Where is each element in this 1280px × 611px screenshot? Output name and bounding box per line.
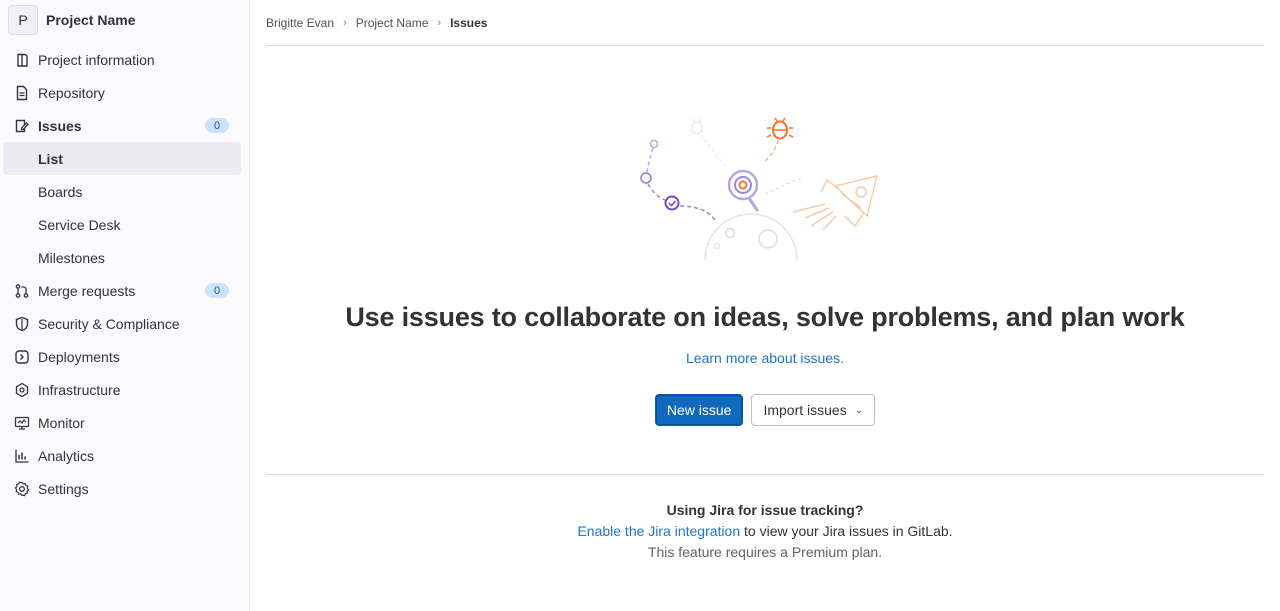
sidebar-item-label: Merge requests: [38, 282, 136, 299]
sidebar-item-label: Analytics: [38, 447, 95, 464]
merge-requests-count-badge: 0: [205, 283, 229, 298]
breadcrumb-project[interactable]: Project Name: [356, 16, 429, 30]
project-information-icon: [14, 52, 30, 68]
main-content: Brigitte Evan › Project Name › Issues Us…: [250, 0, 1280, 611]
issues-count-badge: 0: [205, 118, 229, 133]
sidebar-item-label: Settings: [38, 480, 89, 497]
deployments-icon: [14, 349, 30, 365]
infrastructure-icon: [14, 382, 30, 398]
issues-icon: [14, 118, 30, 134]
project-avatar[interactable]: P: [8, 5, 38, 35]
sidebar-item-deployments[interactable]: Deployments: [0, 340, 249, 373]
breadcrumb: Brigitte Evan › Project Name › Issues: [266, 0, 1264, 46]
jira-question: Using Jira for issue tracking?: [666, 502, 864, 518]
sidebar: P Project Name Project information Repos…: [0, 0, 250, 611]
sidebar-item-label: Boards: [38, 183, 83, 200]
monitor-icon: [14, 415, 30, 431]
sidebar-item-label: Security & Compliance: [38, 315, 180, 332]
sidebar-item-merge-requests[interactable]: Merge requests 0: [0, 274, 249, 307]
sidebar-item-issues[interactable]: Issues 0: [0, 109, 249, 142]
new-issue-button[interactable]: New issue: [654, 394, 744, 426]
sidebar-item-monitor[interactable]: Monitor: [0, 406, 249, 439]
sidebar-item-analytics[interactable]: Analytics: [0, 439, 249, 472]
project-header[interactable]: P Project Name: [0, 0, 249, 40]
sidebar-item-security-compliance[interactable]: Security & Compliance: [0, 307, 249, 340]
shield-icon: [14, 316, 30, 332]
sidebar-item-milestones[interactable]: Milestones: [0, 241, 249, 274]
sidebar-item-label: Repository: [38, 84, 105, 101]
sidebar-item-list[interactable]: List: [3, 142, 241, 175]
issues-empty-state-illustration: [635, 108, 885, 268]
enable-jira-link[interactable]: Enable the Jira integration: [577, 523, 740, 539]
sidebar-item-label: Project information: [38, 51, 155, 68]
sidebar-item-infrastructure[interactable]: Infrastructure: [0, 373, 249, 406]
gear-icon: [14, 480, 30, 497]
chevron-right-icon: ›: [343, 16, 347, 29]
section-divider: [266, 474, 1264, 475]
jira-line: Enable the Jira integration to view your…: [250, 521, 1280, 542]
sidebar-item-label: Service Desk: [38, 216, 121, 233]
import-issues-label: Import issues: [763, 402, 847, 418]
sidebar-item-label: Infrastructure: [38, 381, 121, 398]
learn-more-link[interactable]: Learn more about issues.: [250, 350, 1280, 366]
sidebar-item-label: Deployments: [38, 348, 120, 365]
analytics-icon: [14, 448, 30, 464]
repository-icon: [14, 85, 30, 101]
import-issues-dropdown[interactable]: Import issues ⌄: [751, 394, 876, 426]
jira-integration-notice: Using Jira for issue tracking? Enable th…: [250, 500, 1280, 563]
jira-link-suffix: to view your Jira issues in GitLab.: [740, 523, 953, 539]
sidebar-item-repository[interactable]: Repository: [0, 76, 249, 109]
project-name[interactable]: Project Name: [46, 12, 135, 28]
sidebar-item-settings[interactable]: Settings: [0, 472, 249, 505]
sidebar-item-label: Monitor: [38, 414, 85, 431]
jira-premium-note: This feature requires a Premium plan.: [647, 544, 883, 560]
chevron-right-icon: ›: [437, 16, 442, 29]
sidebar-item-boards[interactable]: Boards: [0, 175, 249, 208]
sidebar-item-label: List: [38, 150, 63, 167]
breadcrumb-current[interactable]: Issues: [450, 16, 487, 30]
empty-state-title: Use issues to collaborate on ideas, solv…: [345, 302, 1185, 332]
sidebar-item-service-desk[interactable]: Service Desk: [0, 208, 249, 241]
sidebar-item-label: Issues: [38, 117, 82, 134]
merge-request-icon: [14, 283, 30, 299]
empty-state-actions: New issue Import issues ⌄: [250, 394, 1280, 426]
sidebar-nav: Project information Repository Issues 0 …: [0, 43, 249, 505]
breadcrumb-user[interactable]: Brigitte Evan: [266, 16, 334, 30]
sidebar-item-project-information[interactable]: Project information: [0, 43, 249, 76]
chevron-down-icon: ⌄: [854, 404, 864, 416]
sidebar-item-label: Milestones: [38, 249, 105, 266]
